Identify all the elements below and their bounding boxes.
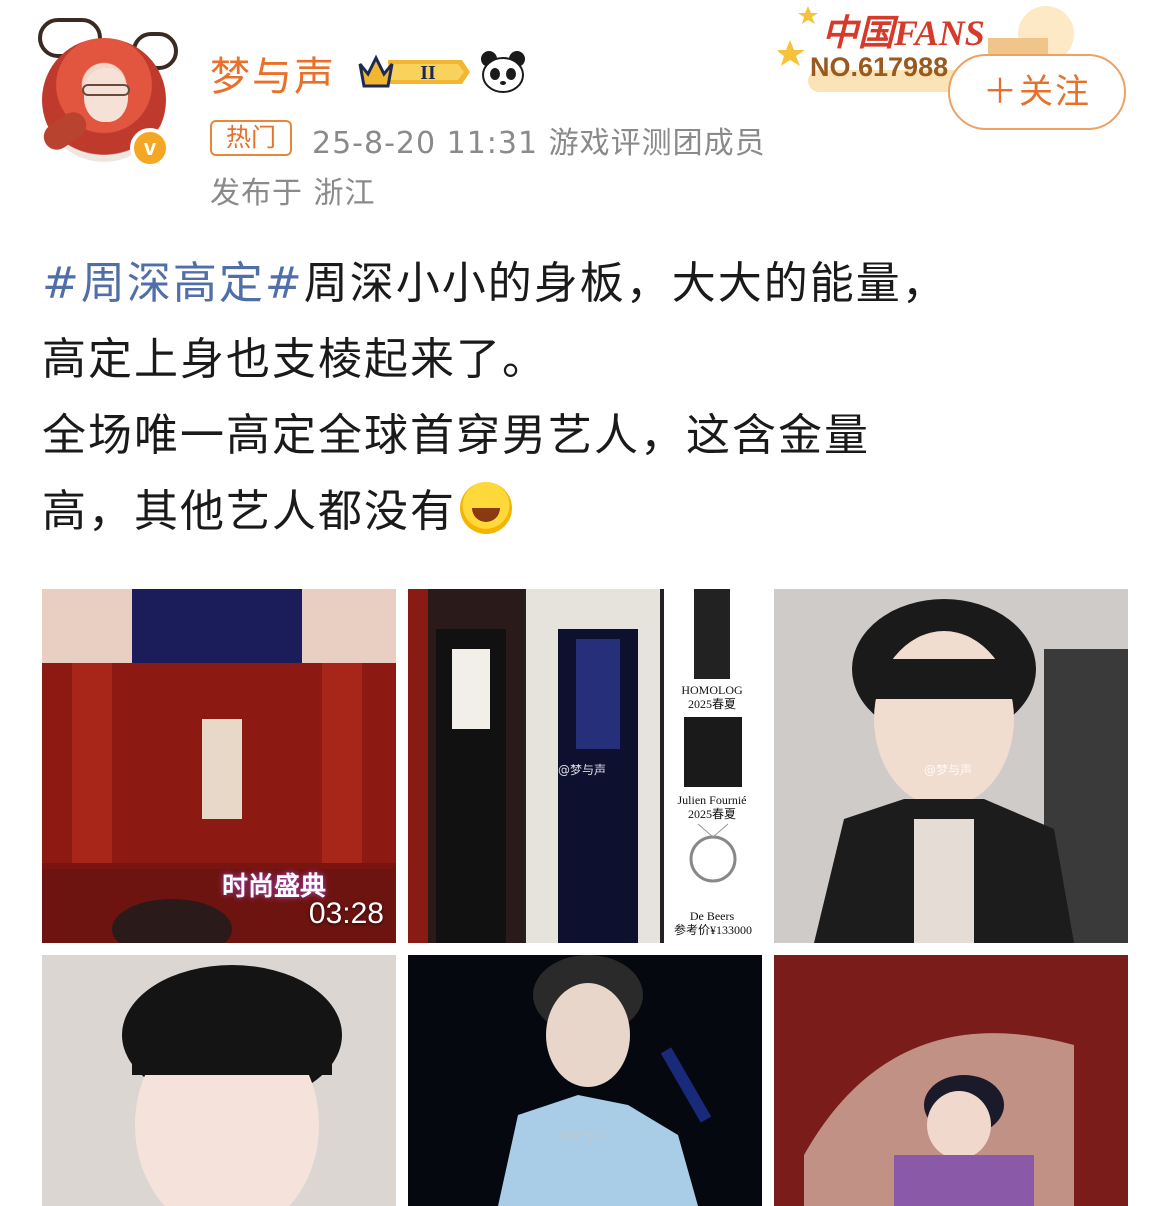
caption-price: 参考价¥133000 [673,923,752,937]
caption-season: 2025春夏 [687,697,736,711]
caption-season: 2025春夏 [687,807,736,821]
level-text: II [420,62,436,84]
fans-number: NO.617988 [810,52,949,82]
post-location: 发布于 浙江 [210,176,376,211]
avatar[interactable]: v [38,18,178,168]
post-line: 高，其他艺人都没有 [42,486,456,537]
post-line: 全场唯一高定全球首穿男艺人，这含金量 [42,410,870,461]
image-watermark: @梦与声 [558,1129,607,1143]
media-image[interactable] [42,955,396,1206]
post-line: 高定上身也支棱起来了。 [42,334,548,385]
post-meta: 25-8-20 11:31 游戏评测团成员 [312,126,766,161]
verified-v-icon: v [130,128,170,168]
crown-level-icon: II [358,54,470,88]
laughing-emoji-icon [460,482,512,534]
post-text: #周深高定#周深小小的身板，大大的能量， 高定上身也支棱起来了。 全场唯一高定全… [42,246,1132,550]
media-image[interactable]: @梦与声 [774,589,1128,943]
media-image[interactable] [774,955,1128,1206]
image-watermark: @梦与声 [558,763,607,777]
panda-icon [481,51,525,93]
caption-brand: De Beers [689,909,735,923]
video-duration: 03:28 [308,897,384,930]
image-watermark: @梦与声 [924,763,973,777]
caption-brand: Julien Fournié [677,793,747,807]
follow-button[interactable]: ＋关注 [948,54,1126,130]
fans-title: 中国FANS [822,13,985,53]
hot-tag: 热门 [210,120,292,156]
media-video-thumbnail[interactable]: 时尚盛典 03:28 [42,589,396,943]
post-line: 周深小小的身板，大大的能量， [303,258,948,309]
hashtag-link[interactable]: #周深高定# [42,258,304,309]
media-image[interactable]: @梦与声 [408,955,762,1206]
media-image[interactable]: @梦与声 HOMOLOG 2025春夏 Julien Fournié 2025春… [408,589,762,943]
caption-brand: HOMOLOG [681,683,743,697]
username[interactable]: 梦与声 [210,44,336,102]
